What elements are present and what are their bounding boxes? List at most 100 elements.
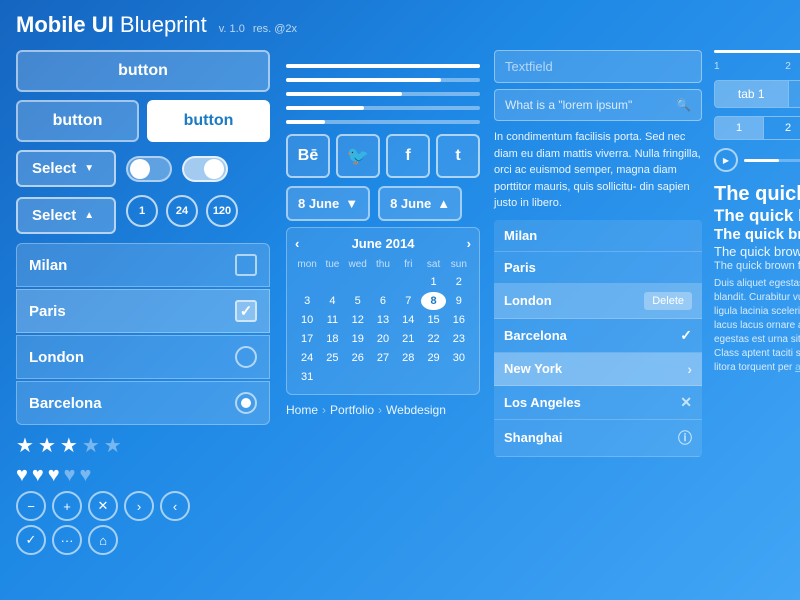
breadcrumb-home[interactable]: Home: [286, 403, 318, 417]
list-item3-barcelona[interactable]: Barcelona ✓: [494, 319, 702, 353]
cal-day-20[interactable]: 20: [371, 330, 395, 348]
cal-day-23[interactable]: 23: [447, 330, 471, 348]
prev-month-button[interactable]: ‹: [295, 236, 299, 251]
cal-day-19[interactable]: 19: [346, 330, 370, 348]
col4-slider[interactable]: [714, 50, 800, 53]
cal-day-6[interactable]: 6: [371, 292, 395, 310]
heart-4-empty[interactable]: ♥: [64, 464, 76, 487]
date-picker-1[interactable]: 8 June ▼: [286, 186, 370, 221]
typo-link[interactable]: aphore.com: [795, 362, 800, 373]
delete-button-london[interactable]: Delete: [644, 292, 692, 310]
radio-london[interactable]: [235, 346, 257, 368]
cal-day-25[interactable]: 25: [320, 349, 344, 367]
cal-day-11[interactable]: 11: [320, 311, 344, 329]
seg-num-1[interactable]: 1: [715, 117, 763, 139]
x-icon-circle[interactable]: ✕: [88, 491, 118, 521]
chevron-right-icon-circle[interactable]: ›: [124, 491, 154, 521]
list-item-milan[interactable]: Milan: [16, 243, 270, 287]
star-3[interactable]: ★: [60, 433, 78, 458]
textfield-input[interactable]: Textfield: [494, 50, 702, 83]
heart-1-filled[interactable]: ♥: [16, 464, 28, 487]
stars-rating[interactable]: ★ ★ ★ ★ ★: [16, 433, 270, 458]
star-5[interactable]: ★: [104, 433, 122, 458]
cal-day-17[interactable]: 17: [295, 330, 319, 348]
checkmark-icon-circle[interactable]: ✓: [16, 525, 46, 555]
cal-day-13[interactable]: 13: [371, 311, 395, 329]
twitter-button[interactable]: 🐦: [336, 134, 380, 178]
cal-day-7[interactable]: 7: [396, 292, 420, 310]
cal-day-1[interactable]: 1: [421, 273, 445, 291]
list-item-paris[interactable]: Paris ✓: [16, 289, 270, 333]
facebook-button[interactable]: f: [386, 134, 430, 178]
select-dropdown-2[interactable]: Select ▲: [16, 197, 116, 234]
audio-progress-bar[interactable]: [744, 159, 800, 162]
toggle-on[interactable]: [182, 156, 228, 182]
cal-day-5[interactable]: 5: [346, 292, 370, 310]
list-item-london[interactable]: London: [16, 335, 270, 379]
heart-5-empty[interactable]: ♥: [80, 464, 92, 487]
cal-day-9[interactable]: 9: [447, 292, 471, 310]
cal-day-22[interactable]: 22: [421, 330, 445, 348]
button-right-white[interactable]: button: [147, 100, 270, 142]
checkbox-milan[interactable]: [235, 254, 257, 276]
chevron-left-icon-circle[interactable]: ‹: [160, 491, 190, 521]
seg-num-2[interactable]: 2: [764, 117, 800, 139]
button-full[interactable]: button: [16, 50, 270, 92]
list-item3-losangeles[interactable]: Los Angeles ✕: [494, 386, 702, 420]
search-icon[interactable]: 🔍: [676, 98, 691, 112]
cal-day-28[interactable]: 28: [396, 349, 420, 367]
cal-day-15[interactable]: 15: [421, 311, 445, 329]
next-month-button[interactable]: ›: [467, 236, 471, 251]
cal-day-10[interactable]: 10: [295, 311, 319, 329]
cal-day-12[interactable]: 12: [346, 311, 370, 329]
button-left[interactable]: button: [16, 100, 139, 142]
slider-3[interactable]: [286, 92, 480, 96]
star-2[interactable]: ★: [38, 433, 56, 458]
cal-day-4[interactable]: 4: [320, 292, 344, 310]
checkbox-paris-checked[interactable]: ✓: [235, 300, 257, 322]
minus-icon-circle[interactable]: −: [16, 491, 46, 521]
tumblr-button[interactable]: t: [436, 134, 480, 178]
cal-day-27[interactable]: 27: [371, 349, 395, 367]
play-button[interactable]: ▶: [714, 148, 738, 172]
tab-1[interactable]: tab 1: [715, 81, 788, 107]
slider-4[interactable]: [286, 106, 480, 110]
list-item3-london[interactable]: London Delete: [494, 284, 702, 319]
search-field[interactable]: What is a "lorem ipsum" 🔍: [494, 89, 702, 121]
dots-icon-circle[interactable]: ···: [52, 525, 82, 555]
heart-3-filled[interactable]: ♥: [48, 464, 60, 487]
cal-day-18[interactable]: 18: [320, 330, 344, 348]
cal-day-29[interactable]: 29: [421, 349, 445, 367]
list-item3-milan[interactable]: Milan: [494, 220, 702, 252]
list-item3-paris[interactable]: Paris: [494, 252, 702, 284]
slider-2[interactable]: [286, 78, 480, 82]
heart-2-filled[interactable]: ♥: [32, 464, 44, 487]
home-icon-circle[interactable]: ⌂: [88, 525, 118, 555]
list-item3-shanghai[interactable]: Shanghai ⓘ: [494, 420, 702, 457]
cal-day-16[interactable]: 16: [447, 311, 471, 329]
cal-day-26[interactable]: 26: [346, 349, 370, 367]
cal-day-24[interactable]: 24: [295, 349, 319, 367]
plus-icon-circle[interactable]: +: [52, 491, 82, 521]
cal-day-21[interactable]: 21: [396, 330, 420, 348]
star-4[interactable]: ★: [82, 433, 100, 458]
list-item-barcelona[interactable]: Barcelona: [16, 381, 270, 425]
cal-day-14[interactable]: 14: [396, 311, 420, 329]
cal-day-8-today[interactable]: 8: [421, 292, 445, 310]
date-picker-2[interactable]: 8 June ▲: [378, 186, 462, 221]
cal-day-3[interactable]: 3: [295, 292, 319, 310]
list-item3-newyork[interactable]: New York ›: [494, 353, 702, 386]
cal-day-30[interactable]: 30: [447, 349, 471, 367]
tab-2[interactable]: tab 2: [789, 81, 800, 107]
slider-1[interactable]: [286, 64, 480, 68]
cal-day-2[interactable]: 2: [447, 273, 471, 291]
slider-5[interactable]: [286, 120, 480, 124]
select-dropdown-1[interactable]: Select ▼: [16, 150, 116, 187]
breadcrumb-webdesign[interactable]: Webdesign: [386, 403, 446, 417]
cal-day-31[interactable]: 31: [295, 368, 319, 386]
star-1[interactable]: ★: [16, 433, 34, 458]
behance-button[interactable]: Bē: [286, 134, 330, 178]
breadcrumb-portfolio[interactable]: Portfolio: [330, 403, 374, 417]
slider-track-col4[interactable]: [714, 50, 800, 53]
toggle-off[interactable]: [126, 156, 172, 182]
